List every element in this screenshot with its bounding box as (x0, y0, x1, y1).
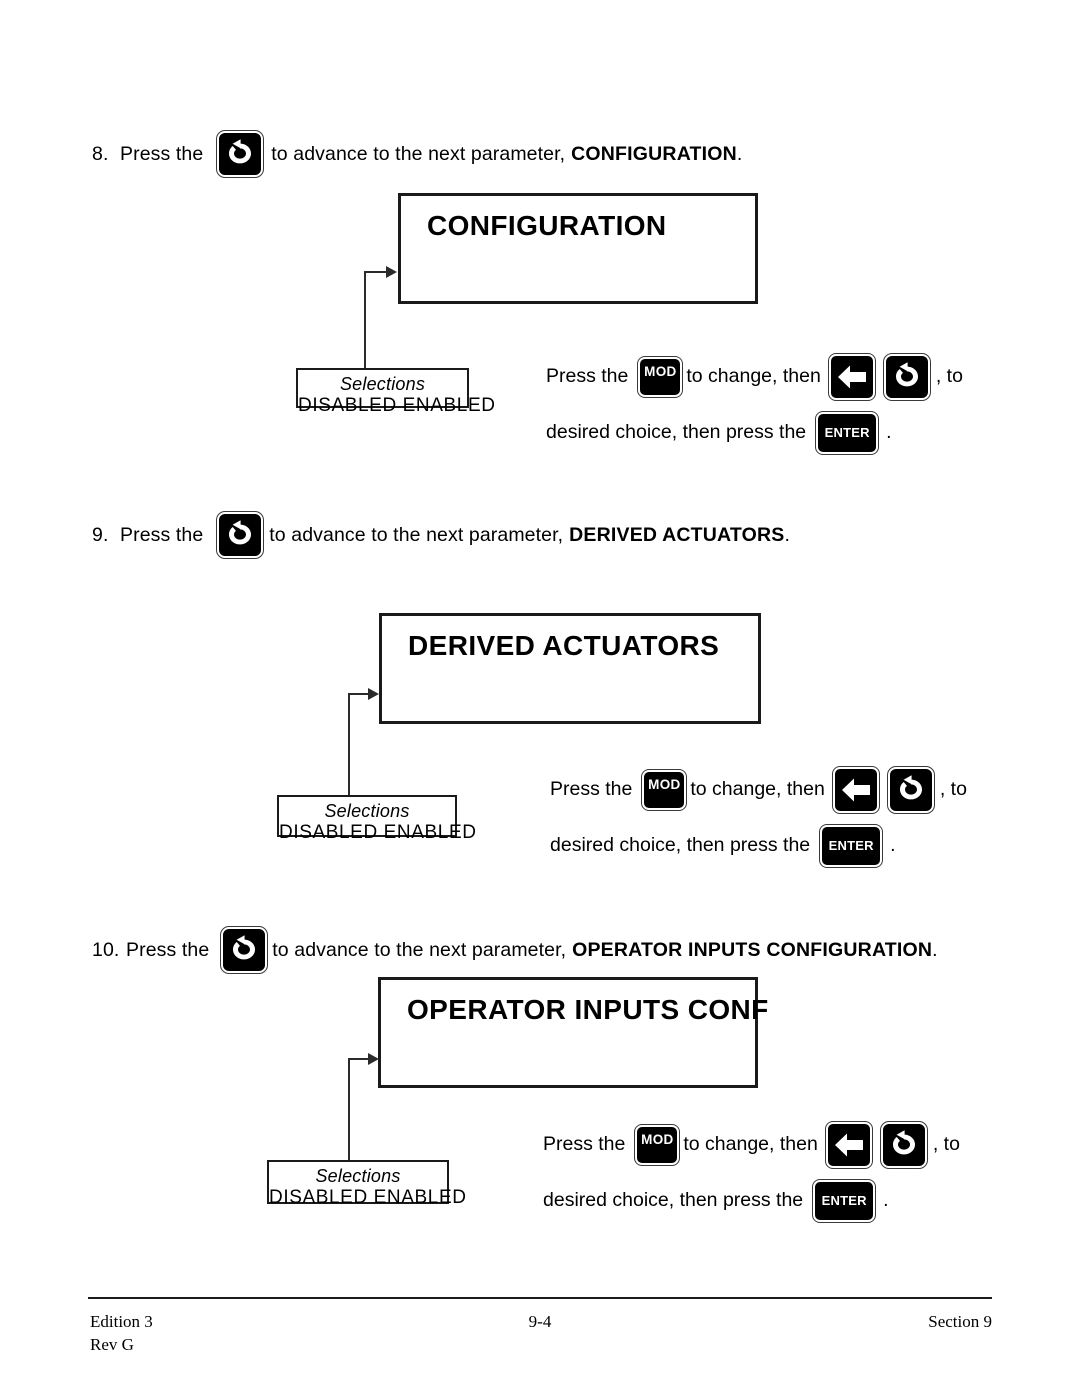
instruction-block-1: Press the MOD to change, then , to desir… (546, 352, 963, 458)
step-text-post-8: to advance to the next parameter, (271, 142, 566, 165)
instruction-block-3: Press the MOD to change, then , to desir… (543, 1120, 960, 1226)
left-arrow-key-icon[interactable] (824, 1121, 873, 1169)
footer-revision-line: Rev G (90, 1335, 134, 1354)
advance-loop-arrow-icon[interactable] (220, 926, 269, 974)
left-arrow-key-icon[interactable] (827, 353, 876, 401)
display-panel-operator-inputs: OPERATOR INPUTS CONF (378, 977, 768, 1088)
step-parameter-8: CONFIGURATION (571, 142, 737, 165)
display-panel-title: OPERATOR INPUTS CONF (407, 994, 769, 1025)
advance-loop-arrow-icon[interactable] (216, 511, 265, 559)
step-line-8: 8. Press the to advance to the next para… (92, 130, 743, 178)
instr-text-d: desired choice, then press the (550, 834, 811, 857)
step-number-8: 8. (92, 142, 109, 165)
selections-options: DISABLED ENABLED (269, 1187, 467, 1208)
loop-arrow-glyph (233, 935, 256, 960)
step-text-pre-9: Press the (120, 523, 204, 546)
mod-key-label: MOD (641, 1132, 674, 1147)
selections-box-3: Selections DISABLED ENABLED (267, 1160, 466, 1208)
instr-text-a: Press the (550, 778, 633, 801)
mod-key-icon[interactable]: MOD (634, 1124, 681, 1166)
instr-text-b: to change, then (690, 778, 825, 801)
instruction-line-1: Press the MOD to change, then , to (546, 352, 963, 402)
selections-title: Selections (339, 374, 426, 394)
instr-text-e: . (883, 1189, 889, 1212)
mod-key-icon[interactable]: MOD (641, 769, 688, 811)
selections-box-1: Selections DISABLED ENABLED (296, 368, 495, 416)
step-text-pre-8: Press the (120, 142, 204, 165)
advance-loop-arrow-icon[interactable] (879, 1121, 928, 1169)
step-number-10: 10. (92, 938, 120, 961)
instruction-line-2: desired choice, then press the ENTER . (546, 408, 963, 458)
left-arrow-glyph (837, 365, 866, 389)
step-line-9: 9. Press the to advance to the next para… (92, 511, 791, 559)
instr-text-e: . (886, 421, 892, 444)
step-parameter-9: DERIVED ACTUATORS (569, 523, 785, 546)
mod-key-label: MOD (648, 777, 681, 792)
loop-arrow-glyph (229, 520, 252, 545)
left-arrow-glyph (841, 778, 870, 802)
instr-text-c: , to (935, 365, 963, 388)
mod-key-icon[interactable]: MOD (637, 356, 684, 398)
loop-arrow-glyph (895, 362, 918, 387)
instr-text-a: Press the (546, 365, 629, 388)
selections-options: DISABLED ENABLED (298, 395, 496, 416)
enter-key-icon[interactable]: ENTER (812, 1179, 877, 1223)
step-text-post-9: to advance to the next parameter, (269, 523, 564, 546)
enter-key-icon[interactable]: ENTER (819, 824, 884, 868)
display-panel-configuration: CONFIGURATION (398, 193, 758, 304)
advance-loop-arrow-icon[interactable] (882, 353, 931, 401)
instr-text-a: Press the (543, 1133, 626, 1156)
instruction-line-1: Press the MOD to change, then , to (550, 765, 967, 815)
manual-page: 8. Press the to advance to the next para… (0, 0, 1080, 1397)
step-number-9: 9. (92, 523, 109, 546)
enter-key-label: ENTER (824, 425, 870, 440)
step-period-9: . (784, 523, 791, 546)
enter-key-icon[interactable]: ENTER (815, 411, 880, 455)
display-panel-title: CONFIGURATION (427, 210, 667, 241)
selections-box-2: Selections DISABLED ENABLED (277, 795, 476, 843)
display-panel-derived-actuators: DERIVED ACTUATORS (379, 613, 761, 724)
step-period-10: . (932, 938, 938, 961)
enter-key-label: ENTER (821, 1193, 867, 1208)
enter-key-label: ENTER (828, 838, 874, 853)
selections-title: Selections (324, 801, 410, 821)
instr-text-d: desired choice, then press the (543, 1189, 804, 1212)
loop-arrow-glyph (899, 775, 922, 800)
step-period-8: . (736, 142, 743, 165)
advance-loop-arrow-icon[interactable] (216, 130, 265, 178)
instr-text-b: to change, then (686, 365, 821, 388)
step-text-post-10: to advance to the next parameter, (272, 938, 567, 961)
footer-section: Section 9 (928, 1312, 992, 1331)
left-arrow-glyph (834, 1133, 863, 1157)
instruction-line-1: Press the MOD to change, then , to (543, 1120, 960, 1170)
instruction-line-2: desired choice, then press the ENTER . (550, 821, 967, 871)
loop-arrow-glyph (229, 139, 252, 164)
instr-text-b: to change, then (683, 1133, 818, 1156)
step-text-pre-10: Press the (126, 938, 210, 961)
left-arrow-key-icon[interactable] (831, 766, 880, 814)
step-parameter-10: OPERATOR INPUTS CONFIGURATION (572, 938, 933, 961)
instr-text-e: . (890, 834, 896, 857)
display-panel-title: DERIVED ACTUATORS (408, 630, 720, 661)
selections-title: Selections (315, 1166, 401, 1186)
instr-text-d: desired choice, then press the (546, 421, 807, 444)
loop-arrow-glyph (892, 1130, 915, 1155)
mod-key-label: MOD (644, 364, 677, 379)
instr-text-c: , to (932, 1133, 960, 1156)
selections-options: DISABLED ENABLED (279, 822, 477, 843)
instruction-block-2: Press the MOD to change, then , to desir… (550, 765, 967, 871)
step-line-10: 10. Press the to advance to the next par… (92, 926, 938, 974)
instr-text-c: , to (939, 778, 967, 801)
footer-divider (88, 1297, 992, 1299)
advance-loop-arrow-icon[interactable] (886, 766, 935, 814)
instruction-line-2: desired choice, then press the ENTER . (543, 1176, 960, 1226)
